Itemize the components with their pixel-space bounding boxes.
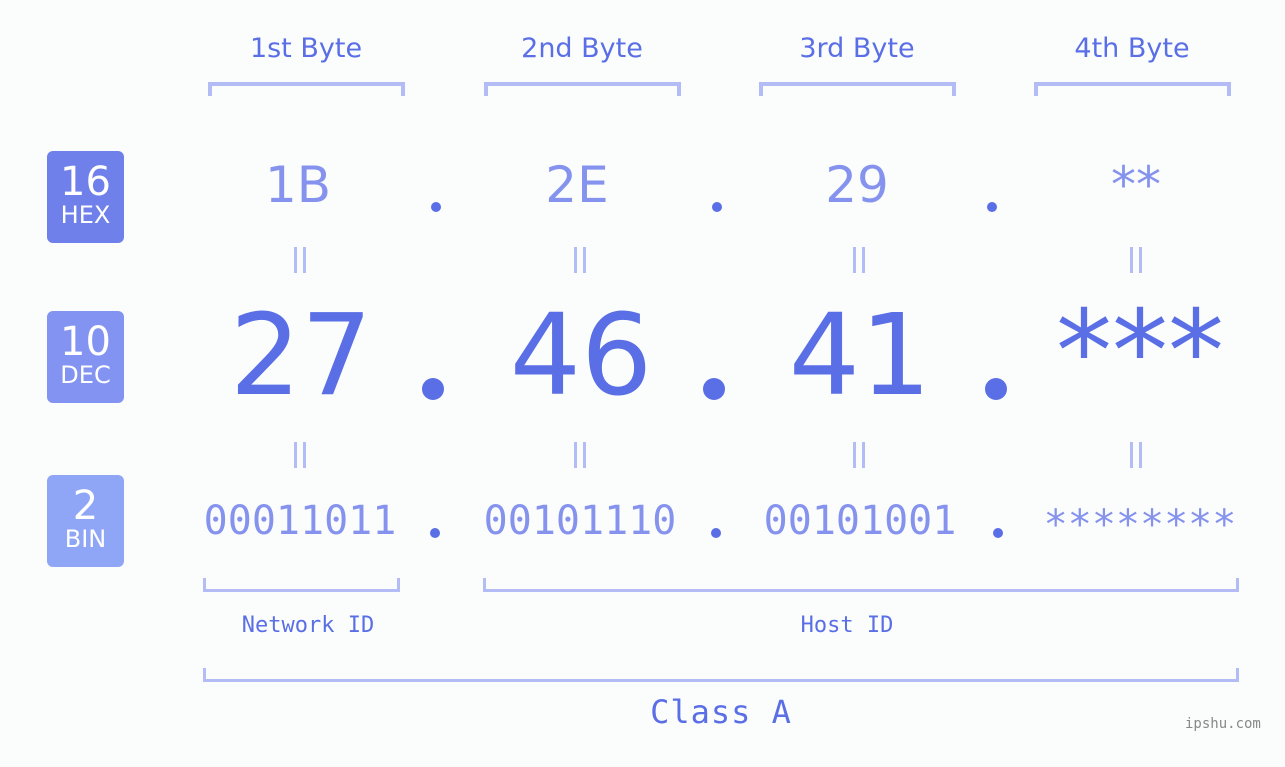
class-label: Class A — [650, 693, 792, 731]
byte-bracket-2 — [484, 82, 681, 96]
hex-badge: 16 HEX — [47, 151, 124, 243]
watermark: ipshu.com — [1185, 716, 1261, 732]
byte-header-2: 2nd Byte — [521, 33, 643, 64]
dec-badge-number: 10 — [60, 319, 111, 365]
bin-badge-number: 2 — [72, 483, 99, 529]
dec-value-2: 46 — [509, 291, 653, 421]
equals-icon — [851, 442, 867, 468]
bin-separator-1 — [430, 528, 440, 538]
byte-header-1: 1st Byte — [249, 33, 363, 64]
hex-value-4: ** — [1111, 156, 1161, 214]
equals-icon — [292, 247, 308, 273]
equals-icon — [572, 247, 588, 273]
hex-value-3: 29 — [825, 156, 889, 214]
hex-badge-label: HEX — [60, 201, 111, 229]
equals-icon — [292, 442, 308, 468]
hex-separator-3 — [987, 202, 997, 212]
bin-value-2: 00101110 — [483, 498, 677, 544]
dec-value-1: 27 — [229, 291, 373, 421]
equals-icon — [572, 442, 588, 468]
dec-value-4: *** — [1056, 287, 1224, 417]
host-id-label: Host ID — [800, 613, 894, 638]
bin-badge: 2 BIN — [47, 475, 124, 567]
hex-separator-1 — [431, 202, 441, 212]
dec-badge: 10 DEC — [47, 311, 124, 403]
byte-header-4: 4th Byte — [1074, 33, 1190, 64]
bin-separator-3 — [993, 528, 1003, 538]
dec-separator-2 — [703, 378, 725, 400]
equals-icon — [1128, 247, 1144, 273]
byte-bracket-1 — [208, 82, 405, 96]
class-bracket — [203, 668, 1239, 682]
dec-value-3: 41 — [788, 291, 932, 421]
hex-badge-number: 16 — [60, 159, 111, 205]
hex-separator-2 — [712, 202, 722, 212]
bin-badge-label: BIN — [64, 525, 107, 553]
equals-icon — [1128, 442, 1144, 468]
hex-value-1: 1B — [264, 156, 332, 214]
dec-separator-1 — [422, 378, 444, 400]
dec-separator-3 — [985, 378, 1007, 400]
network-id-label: Network ID — [241, 613, 375, 638]
dec-badge-label: DEC — [60, 361, 111, 389]
bin-value-1: 00011011 — [203, 498, 397, 544]
host-id-bracket — [483, 578, 1239, 592]
bin-value-4: ******** — [1043, 502, 1237, 548]
equals-icon — [851, 247, 867, 273]
network-id-bracket — [203, 578, 400, 592]
byte-bracket-4 — [1034, 82, 1231, 96]
bin-separator-2 — [711, 528, 721, 538]
bin-value-3: 00101001 — [763, 498, 957, 544]
byte-header-3: 3rd Byte — [799, 33, 915, 64]
byte-bracket-3 — [759, 82, 956, 96]
hex-value-2: 2E — [545, 156, 609, 214]
